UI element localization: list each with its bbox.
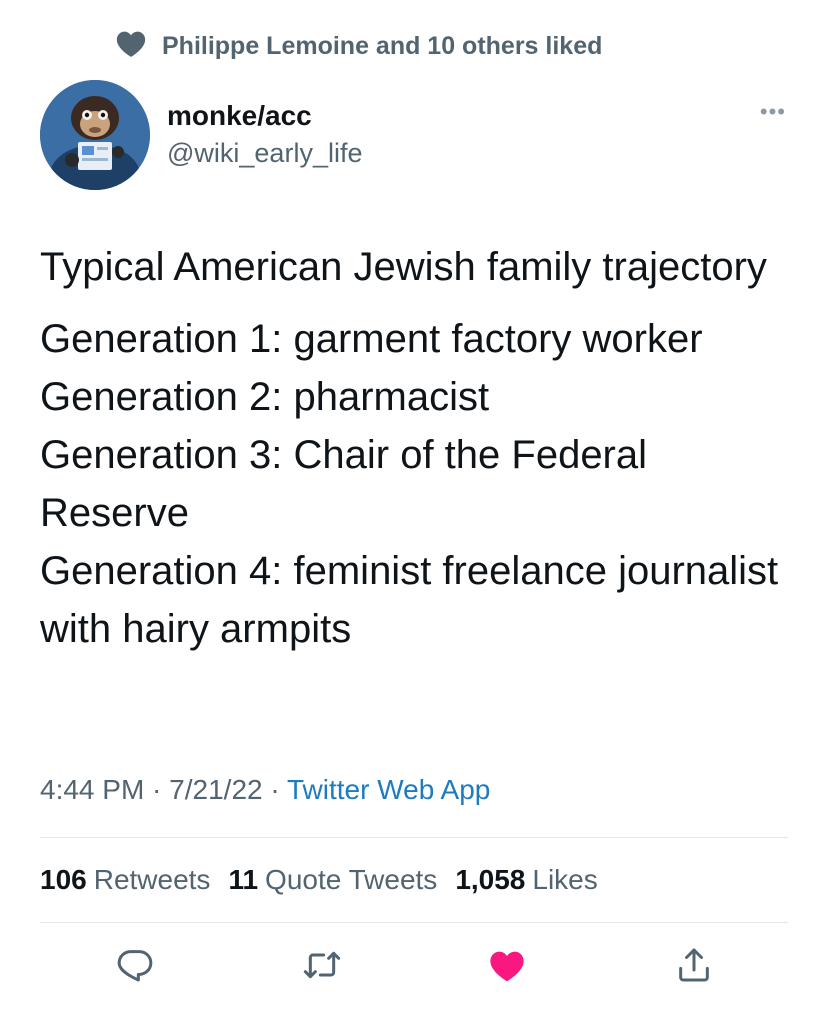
tweet-paragraph-2: Generation 1: garment factory worker Gen… <box>40 310 800 658</box>
tweet-line: Generation 4: feminist freelance journal… <box>40 549 779 651</box>
tweet-time[interactable]: 4:44 PM <box>40 774 144 805</box>
retweets-count: 106 <box>40 864 87 895</box>
social-context[interactable]: Philippe Lemoine and 10 others liked <box>114 26 602 67</box>
quotes-stat[interactable]: 11 Quote Tweets <box>228 860 437 900</box>
handle[interactable]: @wiki_early_life <box>167 134 362 172</box>
tweet-stats: 106 Retweets 11 Quote Tweets 1,058 Likes <box>40 860 598 900</box>
heart-icon <box>114 26 148 67</box>
meta-separator: · <box>262 774 287 805</box>
reply-button[interactable] <box>113 945 157 989</box>
divider <box>40 922 788 923</box>
retweet-icon <box>302 945 342 990</box>
tweet-date[interactable]: 7/21/22 <box>169 774 262 805</box>
tweet-line: Generation 2: pharmacist <box>40 375 490 419</box>
likes-count: 1,058 <box>455 864 526 895</box>
tweet-line: Generation 3: Chair of the Federal Reser… <box>40 433 648 535</box>
tweet-text: Typical American Jewish family trajector… <box>40 238 800 658</box>
retweets-stat[interactable]: 106 Retweets <box>40 860 210 900</box>
tweet-line: Generation 1: garment factory worker <box>40 317 703 361</box>
tweet-source[interactable]: Twitter Web App <box>287 774 490 805</box>
avatar[interactable] <box>40 80 150 190</box>
retweets-label: Retweets <box>93 864 211 895</box>
tweet-meta: 4:44 PM · 7/21/22 · Twitter Web App <box>40 770 490 810</box>
likes-label: Likes <box>532 864 598 895</box>
likes-stat[interactable]: 1,058 Likes <box>455 860 597 900</box>
action-bar <box>40 945 788 995</box>
quotes-label: Quote Tweets <box>265 864 438 895</box>
share-icon <box>674 945 714 990</box>
author-names[interactable]: monke/acc @wiki_early_life <box>167 98 362 172</box>
heart-icon <box>487 945 527 990</box>
quotes-count: 11 <box>228 864 259 895</box>
meta-separator: · <box>144 774 170 805</box>
social-context-text: Philippe Lemoine and 10 others liked <box>162 32 603 60</box>
more-options-icon[interactable]: ••• <box>760 101 786 123</box>
divider <box>40 837 788 838</box>
share-button[interactable] <box>672 945 716 989</box>
tweet-paragraph-1: Typical American Jewish family trajector… <box>40 245 767 289</box>
tweet-header: monke/acc @wiki_early_life ••• <box>40 80 788 192</box>
like-button[interactable] <box>485 945 529 989</box>
reply-icon <box>115 945 155 990</box>
display-name[interactable]: monke/acc <box>167 98 362 134</box>
retweet-button[interactable] <box>300 945 344 989</box>
